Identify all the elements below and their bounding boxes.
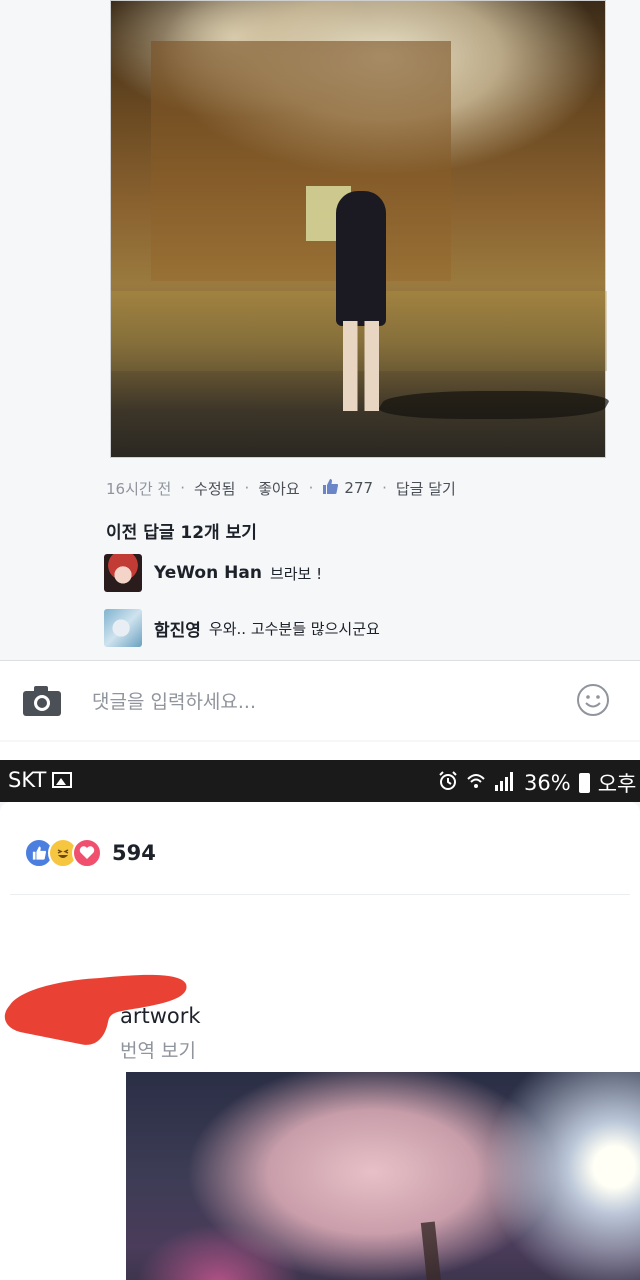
status-bar: SKT 36% 오후 <box>0 760 640 802</box>
camera-icon[interactable] <box>22 685 62 717</box>
post-title: artwork <box>120 1004 201 1028</box>
reply-author[interactable]: 함진영 <box>154 616 201 641</box>
comment-meta-row: 16시간 전 · 수정됨 · 좋아요 · 277 · 답글 달기 <box>106 478 456 499</box>
reply-author[interactable]: YeWon Han <box>154 563 262 583</box>
see-translation-link[interactable]: 번역 보기 <box>120 1036 196 1063</box>
reply-item: YeWon Han 브라보 ! <box>104 553 322 593</box>
gallery-icon <box>52 772 73 788</box>
wifi-icon <box>466 771 486 796</box>
avatar[interactable] <box>104 609 142 647</box>
view-previous-replies-link[interactable]: 이전 답글 12개 보기 <box>106 518 257 543</box>
alarm-icon <box>438 770 458 796</box>
clock-partial: 오후 <box>597 772 637 796</box>
love-icon <box>72 838 102 868</box>
smiley-icon[interactable] <box>576 683 610 717</box>
reaction-count: 594 <box>112 841 156 865</box>
like-link[interactable]: 좋아요 <box>258 478 299 499</box>
battery-percent: 36% <box>524 771 571 795</box>
signal-icon <box>494 771 516 796</box>
comment-input[interactable] <box>92 687 552 717</box>
comment-compose-bar <box>0 660 640 740</box>
carrier-name: SKT <box>8 768 47 792</box>
divider <box>10 894 630 895</box>
post-card: 594 artwork 번역 보기 <box>0 802 640 1280</box>
reply-link[interactable]: 답글 달기 <box>396 478 456 499</box>
edited-link[interactable]: 수정됨 <box>194 478 235 499</box>
reply-text: 우와.. 고수분들 많으시군요 <box>208 619 380 638</box>
comment-time: 16시간 전 <box>106 479 172 498</box>
night-cherry-blossom-photo[interactable] <box>110 0 616 458</box>
battery-icon <box>578 773 590 793</box>
avatar[interactable] <box>104 554 142 592</box>
like-count[interactable]: 277 <box>344 479 373 497</box>
top-screenshot: 16시간 전 · 수정됨 · 좋아요 · 277 · 답글 달기 이전 답글 1… <box>0 0 640 742</box>
cherry-blossom-artwork-photo[interactable] <box>126 1072 640 1280</box>
reply-text: 브라보 ! <box>269 564 323 583</box>
like-icon <box>322 478 339 498</box>
reply-item: 함진영 우와.. 고수분들 많으시군요 <box>104 608 380 648</box>
reactions-summary[interactable]: 594 <box>24 838 156 868</box>
bottom-screenshot: SKT 36% 오후 594 artwork 번역 보기 <box>0 760 640 1280</box>
